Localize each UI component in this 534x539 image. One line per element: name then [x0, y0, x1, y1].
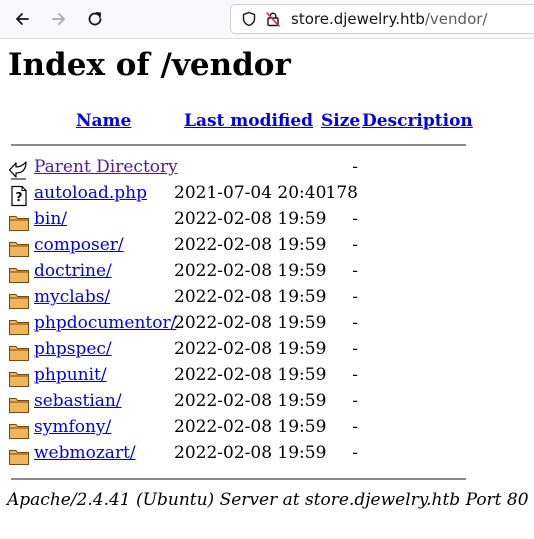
folder-icon [8, 341, 30, 363]
reload-icon [88, 12, 102, 26]
entry-date: 2022-02-08 19:59 [174, 261, 327, 281]
folder-icon [8, 445, 30, 467]
insecure-lock-icon[interactable] [265, 11, 281, 27]
entry-link[interactable]: symfony/ [34, 417, 111, 437]
back-button[interactable] [8, 5, 36, 33]
entry-date: 2022-02-08 19:59 [174, 391, 327, 411]
svg-text:?: ? [16, 190, 23, 204]
footer-divider [11, 478, 466, 480]
url-text[interactable]: store.djewelry.htb/vendor/ [291, 10, 487, 28]
entry-date: 2022-02-08 19:59 [174, 209, 327, 229]
table-row: ? autoload.php 2021-07-04 20:40 178 [0, 183, 534, 209]
forward-arrow-icon [52, 13, 65, 25]
page-title: Index of /vendor [8, 47, 291, 83]
column-header-size[interactable]: Size [321, 111, 360, 131]
address-bar[interactable]: store.djewelry.htb/vendor/ [230, 4, 534, 34]
entry-size: - [352, 261, 358, 281]
url-path: /vendor/ [424, 10, 488, 28]
folder-icon [8, 237, 30, 259]
entry-size: - [352, 157, 358, 177]
entry-date: 2021-07-04 20:40 [174, 183, 327, 203]
folder-icon [8, 315, 30, 337]
column-header-description[interactable]: Description [362, 111, 473, 131]
server-signature: Apache/2.4.41 (Ubuntu) Server at store.d… [7, 490, 529, 510]
entry-size: - [352, 417, 358, 437]
entry-link[interactable]: phpdocumentor/ [34, 313, 176, 333]
entry-date: 2022-02-08 19:59 [174, 313, 327, 333]
entry-date: 2022-02-08 19:59 [174, 235, 327, 255]
browser-toolbar: store.djewelry.htb/vendor/ [0, 0, 534, 39]
table-row: webmozart/2022-02-08 19:59 - [0, 443, 534, 469]
entry-size: - [352, 209, 358, 229]
table-row: phpdocumentor/2022-02-08 19:59 - [0, 313, 534, 339]
entry-size: - [352, 391, 358, 411]
table-row: phpspec/2022-02-08 19:59 - [0, 339, 534, 365]
entry-link[interactable]: webmozart/ [34, 443, 136, 463]
forward-button[interactable] [45, 5, 73, 33]
reload-button[interactable] [81, 5, 109, 33]
folder-icon [8, 367, 30, 389]
entry-link[interactable]: Parent Directory [34, 157, 178, 177]
table-row: myclabs/2022-02-08 19:59 - [0, 287, 534, 313]
header-divider [11, 144, 466, 146]
entry-link[interactable]: sebastian/ [34, 391, 122, 411]
entry-size: - [352, 365, 358, 385]
unknown-file-icon: ? [8, 185, 30, 207]
entry-link[interactable]: myclabs/ [34, 287, 110, 307]
table-row: bin/2022-02-08 19:59 - [0, 209, 534, 235]
entry-link[interactable]: composer/ [34, 235, 124, 255]
table-row: symfony/2022-02-08 19:59 - [0, 417, 534, 443]
entry-size: - [352, 443, 358, 463]
entry-date: 2022-02-08 19:59 [174, 339, 327, 359]
column-header-name[interactable]: Name [76, 111, 131, 131]
entry-size: - [352, 313, 358, 333]
folder-icon [8, 211, 30, 233]
entry-size: - [352, 287, 358, 307]
entry-link[interactable]: phpunit/ [34, 365, 107, 385]
back-arrow-icon [8, 159, 30, 181]
table-row: phpunit/2022-02-08 19:59 - [0, 365, 534, 391]
column-header-last-modified[interactable]: Last modified [184, 111, 313, 131]
table-row: doctrine/2022-02-08 19:59 - [0, 261, 534, 287]
table-row: sebastian/2022-02-08 19:59 - [0, 391, 534, 417]
entry-date: 2022-02-08 19:59 [174, 443, 327, 463]
entry-size: - [352, 235, 358, 255]
folder-icon [8, 289, 30, 311]
folder-icon [8, 419, 30, 441]
entry-link[interactable]: autoload.php [34, 183, 147, 203]
entry-date: 2022-02-08 19:59 [174, 287, 327, 307]
url-host: store.djewelry.htb [291, 10, 425, 28]
entry-size: - [352, 339, 358, 359]
folder-icon [8, 263, 30, 285]
entry-date: 2022-02-08 19:59 [174, 417, 327, 437]
entry-size: 178 [325, 183, 358, 203]
shield-icon[interactable] [241, 11, 257, 27]
table-row: Parent Directory - [0, 157, 534, 183]
entry-link[interactable]: phpspec/ [34, 339, 112, 359]
entry-date: 2022-02-08 19:59 [174, 365, 327, 385]
table-row: composer/2022-02-08 19:59 - [0, 235, 534, 261]
back-arrow-icon [16, 13, 29, 25]
entry-link[interactable]: bin/ [34, 209, 67, 229]
entry-link[interactable]: doctrine/ [34, 261, 112, 281]
folder-icon [8, 393, 30, 415]
